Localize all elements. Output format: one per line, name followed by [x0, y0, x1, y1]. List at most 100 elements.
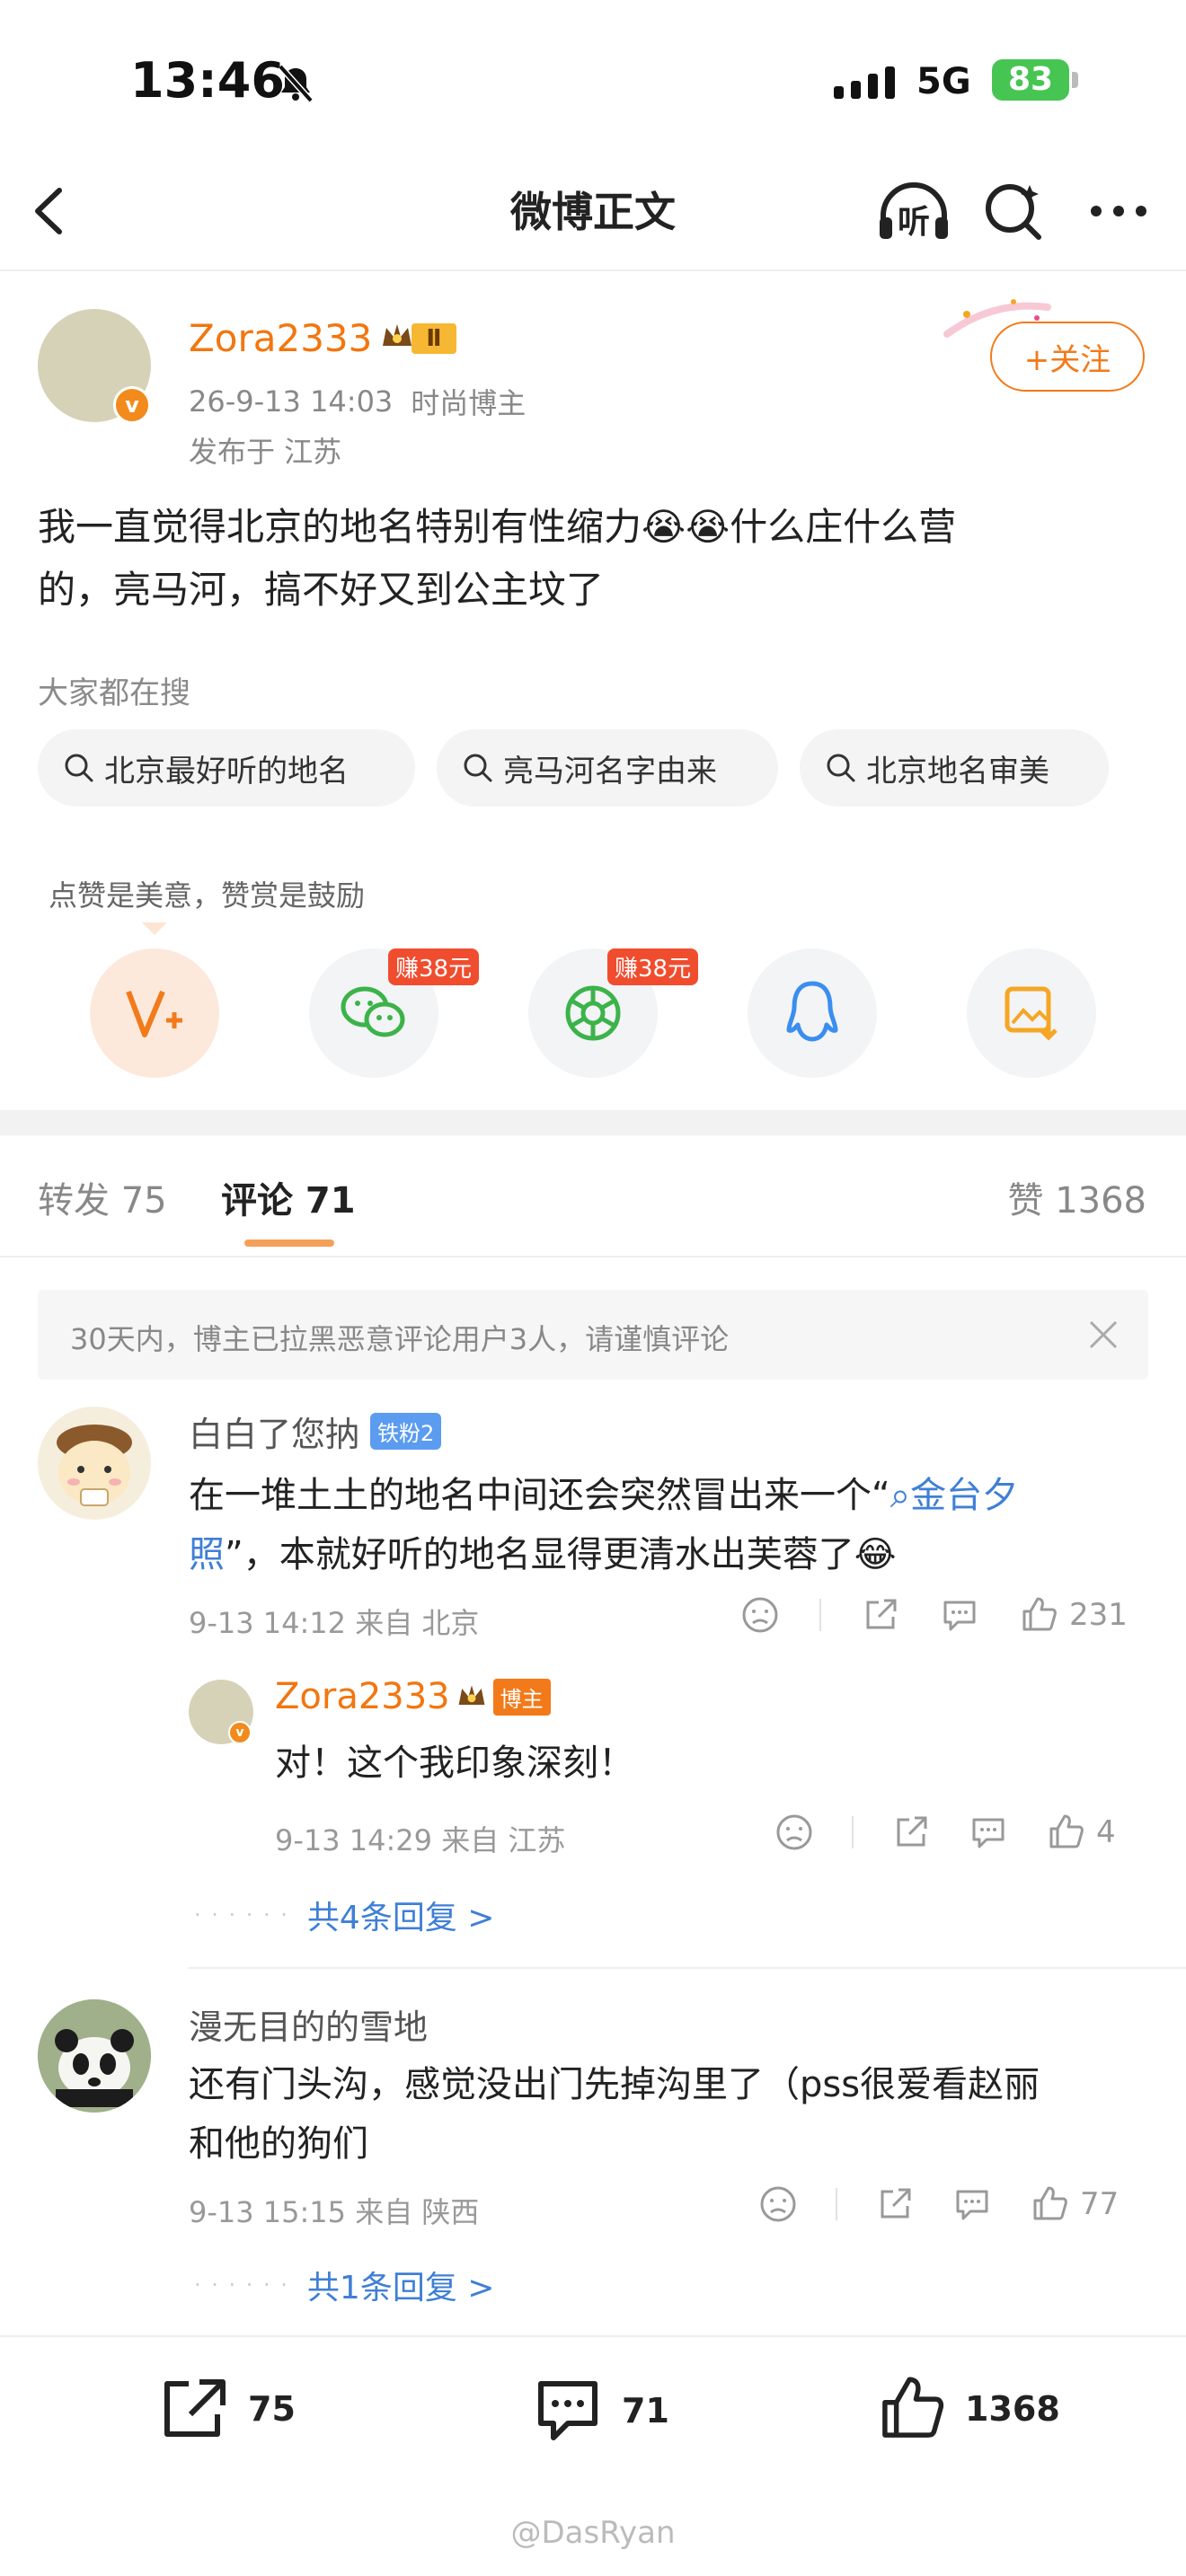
listen-button[interactable]: 听 — [876, 180, 951, 244]
tabs-divider — [0, 1256, 1186, 1257]
more-button[interactable] — [1087, 189, 1150, 237]
tab-active-indicator — [244, 1239, 334, 1247]
earn-badge: 赚38元 — [388, 948, 480, 985]
like-count: 1368 — [965, 2389, 1060, 2429]
view-replies-link[interactable]: 共4条回复 > — [307, 1892, 495, 1938]
network-type: 5G — [916, 61, 971, 102]
comment-count: 71 — [622, 2391, 669, 2430]
reply-meta: 9-13 14:29 来自 江苏 — [275, 1823, 566, 1857]
status-bar: 13:46 5G 83 — [0, 0, 1186, 162]
comment-meta: 9-13 14:12 来自 北京 — [189, 1606, 480, 1640]
v-plus-icon — [126, 990, 182, 1037]
moments-icon — [565, 985, 621, 1041]
mute-bell-icon — [275, 63, 316, 108]
search-button[interactable] — [983, 180, 1046, 248]
save-image-button[interactable] — [967, 948, 1096, 1078]
post-text-line-1: 我一直觉得北京的地名特别有性缩力😭😭什么庄什么营 — [38, 505, 957, 549]
search-chip-label: 北京最好听的地名 — [104, 753, 349, 790]
repost-icon — [164, 2379, 226, 2437]
comment-notice: 30天内，博主已拉黑恶意评论用户3人，请谨慎评论 — [38, 1290, 1148, 1380]
commenter-avatar[interactable] — [38, 1407, 151, 1520]
share-icon[interactable] — [861, 1595, 900, 1635]
crown-icon — [379, 319, 415, 358]
verified-icon: v — [113, 386, 151, 424]
dislike-face-icon[interactable] — [740, 1595, 780, 1635]
search-link-cont[interactable]: 照 — [189, 1534, 225, 1575]
post-location: 发布于 江苏 — [189, 435, 342, 469]
comment-button[interactable]: 71 — [532, 2377, 669, 2445]
search-chip-3[interactable]: 北京地名审美 — [800, 729, 1109, 807]
battery-level: 83 — [992, 59, 1069, 101]
author-name[interactable]: Zora2333 — [189, 316, 372, 360]
status-time: 13:46 — [130, 52, 285, 109]
search-icon — [464, 754, 492, 782]
share-icon[interactable] — [891, 1813, 931, 1852]
close-icon — [1089, 1320, 1118, 1349]
commenter-name[interactable]: 漫无目的的雪地 — [189, 1999, 428, 2049]
save-image-icon — [1005, 986, 1058, 1041]
earn-badge: 赚38元 — [607, 948, 699, 985]
comment-text: 在一堆土土的地名中间还会突然冒出来一个“ — [189, 1475, 890, 1516]
reply-dots: · · · · · · — [194, 1902, 289, 1928]
comment-icon[interactable] — [940, 1595, 979, 1635]
qq-penguin-icon — [786, 981, 838, 1042]
like-count: 77 — [1080, 2186, 1120, 2222]
comment-2: 漫无目的的雪地 还有门头沟，感觉没出门先掉沟里了（pss很爱看赵丽 和他的狗们 … — [0, 1994, 1186, 2317]
listen-label: 听 — [898, 204, 931, 241]
follow-button[interactable]: +关注 — [990, 322, 1145, 392]
comment-icon[interactable] — [952, 2184, 992, 2224]
like-button[interactable]: 1368 — [875, 2373, 1060, 2445]
author-identity: 时尚博主 — [411, 386, 527, 420]
section-divider — [0, 1110, 1186, 1135]
panda-avatar-icon — [38, 1999, 151, 2113]
post-time: 26-9-13 14:03 — [189, 384, 394, 419]
signal-icon — [834, 66, 902, 99]
comment-divider — [189, 1967, 1186, 1969]
comment-meta: 9-13 15:15 来自 陕西 — [189, 2195, 480, 2229]
share-qq-button[interactable] — [748, 948, 877, 1078]
crown-icon — [458, 1685, 485, 1705]
search-chip-label: 北京地名审美 — [866, 753, 1049, 790]
comment-text: 还有门头沟，感觉没出门先掉沟里了（pss很爱看赵丽 — [189, 2064, 1040, 2105]
search-chip-1[interactable]: 北京最好听的地名 — [38, 729, 415, 807]
reward-hint: 点赞是美意，赞赏是鼓励 — [49, 878, 366, 913]
verified-icon: v — [228, 1721, 252, 1744]
like-thumb-icon[interactable] — [1046, 1813, 1085, 1852]
repost-button[interactable]: 75 — [158, 2377, 296, 2441]
search-link[interactable]: 金台夕 — [910, 1475, 1018, 1516]
search-icon — [986, 184, 1041, 240]
tab-comments[interactable]: 评论 71 — [221, 1171, 356, 1223]
search-link-icon: ⌕ — [890, 1475, 911, 1516]
search-chip-2[interactable]: 亮马河名字由来 — [437, 729, 778, 807]
bottom-action-bar: 75 71 1368 — [0, 2335, 1186, 2481]
action-divider — [819, 1599, 821, 1631]
comment-text-cont: ”，本就好听的地名显得更清水出芙蓉了😂 — [225, 1534, 897, 1575]
comment-icon[interactable] — [969, 1813, 1008, 1852]
commenter-avatar[interactable] — [38, 1999, 151, 2113]
reward-button[interactable] — [90, 948, 219, 1078]
search-chip-label: 亮马河名字由来 — [503, 753, 717, 790]
like-thumb-icon[interactable] — [1019, 1595, 1058, 1635]
host-badge: 博主 — [492, 1678, 551, 1716]
tab-repost[interactable]: 转发 75 — [38, 1171, 167, 1223]
dislike-face-icon[interactable] — [758, 2184, 798, 2224]
post-text-line-2: 的，亮马河，搞不好又到公主坟了 — [38, 568, 605, 612]
like-thumb-icon[interactable] — [1030, 2184, 1069, 2224]
battery-tip — [1072, 72, 1078, 88]
hot-search-title: 大家都在搜 — [38, 675, 190, 711]
like-count: 231 — [1069, 1597, 1128, 1633]
commenter-name[interactable]: 白白了您抐 — [189, 1407, 359, 1456]
notice-text: 30天内，博主已拉黑恶意评论用户3人，请谨慎评论 — [70, 1322, 730, 1356]
more-dots-icon — [1091, 206, 1146, 216]
action-divider — [852, 1816, 854, 1848]
wechat-icon — [341, 986, 405, 1037]
comment-icon — [538, 2381, 597, 2440]
share-icon[interactable] — [875, 2184, 915, 2224]
dislike-face-icon[interactable] — [774, 1813, 814, 1852]
view-replies-link[interactable]: 共1条回复 > — [307, 2262, 495, 2308]
repost-count: 75 — [248, 2389, 296, 2429]
reply-author-name[interactable]: Zora2333 — [275, 1676, 450, 1717]
tab-likes[interactable]: 赞 1368 — [1007, 1171, 1146, 1223]
action-divider — [836, 2188, 837, 2220]
close-notice-button[interactable] — [1085, 1317, 1121, 1356]
